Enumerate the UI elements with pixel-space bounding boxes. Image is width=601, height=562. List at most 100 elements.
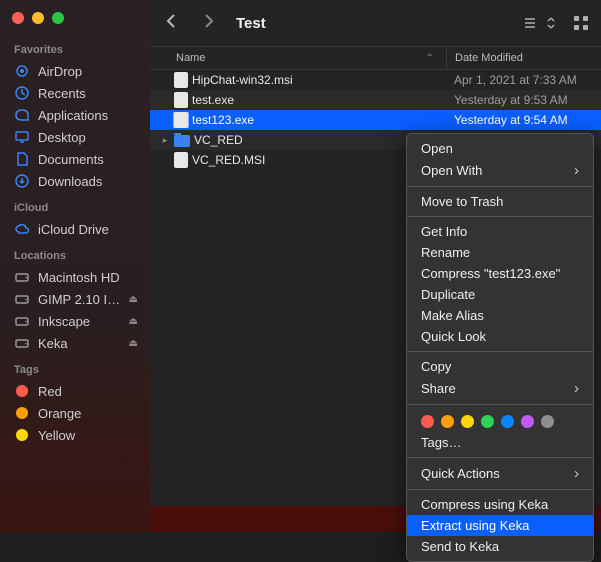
context-menu-item[interactable]: Open With (407, 159, 593, 182)
context-menu-label: Extract using Keka (421, 518, 529, 533)
tag-color-dot[interactable] (521, 415, 534, 428)
sidebar-item[interactable]: Inkscape⏏ (0, 310, 150, 332)
eject-icon[interactable]: ⏏ (129, 338, 138, 349)
tag-color-row (407, 409, 593, 432)
nav-forward-button[interactable] (200, 13, 216, 33)
sidebar-item-label: Orange (38, 406, 81, 421)
tag-color-dot[interactable] (501, 415, 514, 428)
sidebar-item[interactable]: Orange (0, 402, 150, 424)
sidebar-item[interactable]: Yellow (0, 424, 150, 446)
menu-separator (407, 351, 593, 352)
folder-icon (174, 135, 190, 147)
sidebar-item[interactable]: Downloads (0, 170, 150, 192)
context-menu-label: Get Info (421, 224, 467, 239)
sidebar-item[interactable]: Recents (0, 82, 150, 104)
column-name[interactable]: Name (150, 52, 446, 64)
main-pane: Test Name Date Modified HipChat-win32.ms… (150, 0, 601, 532)
sidebar-item-label: Desktop (38, 130, 86, 145)
sidebar-item-label: AirDrop (38, 64, 82, 79)
context-menu-item[interactable]: Move to Trash (407, 191, 593, 212)
context-menu-label: Copy (421, 359, 451, 374)
file-date: Yesterday at 9:54 AM (446, 113, 601, 127)
context-menu-item[interactable]: Compress "test123.exe" (407, 263, 593, 284)
context-menu-item[interactable]: Compress using Keka (407, 494, 593, 515)
sidebar-item[interactable]: AirDrop (0, 60, 150, 82)
context-menu-label: Quick Look (421, 329, 486, 344)
sidebar-item[interactable]: Red (0, 380, 150, 402)
sidebar-item[interactable]: Keka ⏏ (0, 332, 150, 354)
tag-color-dot[interactable] (541, 415, 554, 428)
view-options-button[interactable] (523, 15, 559, 31)
context-menu-item[interactable]: Make Alias (407, 305, 593, 326)
context-menu-label: Rename (421, 245, 470, 260)
file-row[interactable]: HipChat-win32.msiApr 1, 2021 at 7:33 AM (150, 70, 601, 90)
context-menu-item[interactable]: Open (407, 138, 593, 159)
file-name: HipChat-win32.msi (192, 73, 293, 87)
close-window-button[interactable] (12, 12, 24, 24)
nav-back-button[interactable] (164, 13, 180, 33)
context-menu-label: Send to Keka (421, 539, 499, 554)
sidebar-item[interactable]: GIMP 2.10 I…⏏ (0, 288, 150, 310)
context-menu-label: Quick Actions (421, 466, 500, 481)
window-controls (0, 8, 150, 34)
tag-color-dot[interactable] (441, 415, 454, 428)
eject-icon[interactable]: ⏏ (129, 294, 138, 305)
context-menu-item[interactable]: Quick Actions (407, 462, 593, 485)
context-menu-item[interactable]: Extract using Keka (407, 515, 593, 536)
doc-icon (14, 151, 30, 167)
cloud-icon (14, 221, 30, 237)
sidebar-item-label: Recents (38, 86, 86, 101)
context-menu-label: Compress "test123.exe" (421, 266, 560, 281)
file-row[interactable]: test123.exe Yesterday at 9:54 AM (150, 110, 601, 130)
context-menu-item[interactable]: Share (407, 377, 593, 400)
sidebar-section-header: Favorites (0, 34, 150, 60)
tag-color-dot[interactable] (421, 415, 434, 428)
context-menu-item[interactable]: Duplicate (407, 284, 593, 305)
sidebar-item-label: Macintosh HD (38, 270, 120, 285)
context-menu-item[interactable]: Send to Keka (407, 536, 593, 557)
disk-icon (14, 335, 30, 351)
sidebar-section-header: Locations (0, 240, 150, 266)
file-date: Yesterday at 9:53 AM (446, 93, 601, 107)
column-headers: Name Date Modified (150, 46, 601, 70)
context-menu-label: Compress using Keka (421, 497, 548, 512)
disk-icon (14, 269, 30, 285)
sidebar-section-header: Tags (0, 354, 150, 380)
sidebar-section-header: iCloud (0, 192, 150, 218)
sidebar-item[interactable]: Macintosh HD (0, 266, 150, 288)
eject-icon[interactable]: ⏏ (129, 316, 138, 327)
context-menu-item[interactable]: Rename (407, 242, 593, 263)
menu-separator (407, 404, 593, 405)
context-menu-item[interactable]: Tags… (407, 432, 593, 453)
context-menu-item[interactable]: Copy (407, 356, 593, 377)
sidebar-item-label: Applications (38, 108, 108, 123)
context-menu-item[interactable]: Get Info (407, 221, 593, 242)
tag-color-dot[interactable] (481, 415, 494, 428)
tag-color-dot[interactable] (461, 415, 474, 428)
arrange-button[interactable] (573, 15, 589, 31)
sidebar-item[interactable]: Documents (0, 148, 150, 170)
sidebar-item[interactable]: Applications (0, 104, 150, 126)
toolbar: Test (150, 0, 601, 46)
tag-icon (14, 405, 30, 421)
sidebar-item-label: Documents (38, 152, 104, 167)
sidebar-item[interactable]: iCloud Drive (0, 218, 150, 240)
sidebar-item[interactable]: Desktop (0, 126, 150, 148)
download-icon (14, 173, 30, 189)
sidebar-item-label: Keka (38, 336, 68, 351)
chevron-right-icon[interactable]: ▸ (160, 135, 170, 146)
context-menu-item[interactable]: Quick Look (407, 326, 593, 347)
file-row[interactable]: test.exeYesterday at 9:53 AM (150, 90, 601, 110)
file-name: test123.exe (192, 113, 254, 127)
file-icon (174, 92, 188, 108)
window-title: Test (236, 15, 266, 32)
file-icon (174, 152, 188, 168)
context-menu-label: Move to Trash (421, 194, 503, 209)
disk-icon (14, 291, 30, 307)
maximize-window-button[interactable] (52, 12, 64, 24)
minimize-window-button[interactable] (32, 12, 44, 24)
column-date[interactable]: Date Modified (446, 47, 601, 69)
context-menu-label: Duplicate (421, 287, 475, 302)
sidebar-item-label: Red (38, 384, 62, 399)
tag-icon (14, 383, 30, 399)
